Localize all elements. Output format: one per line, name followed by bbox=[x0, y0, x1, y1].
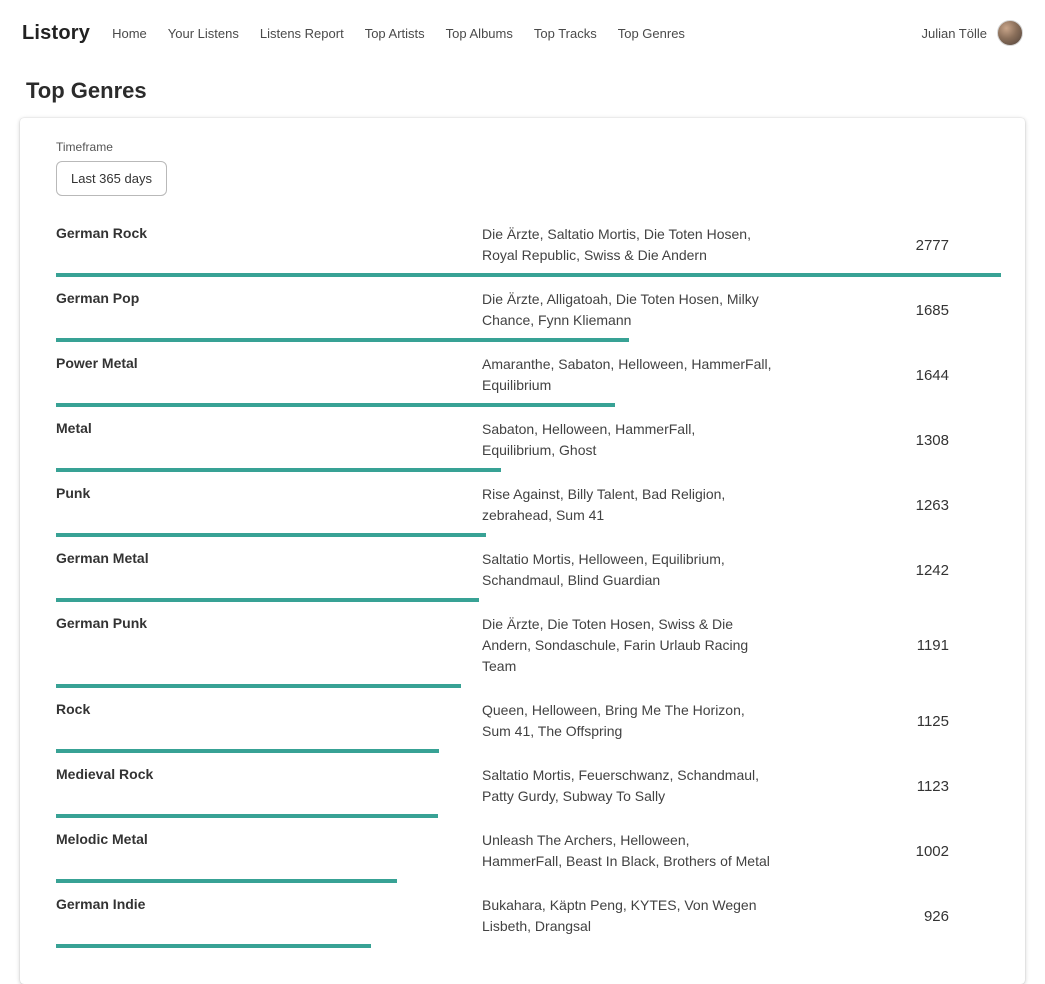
artists-list: Rise Against, Billy Talent, Bad Religion… bbox=[482, 484, 782, 526]
table-row-main: German PunkDie Ärzte, Die Toten Hosen, S… bbox=[56, 614, 1001, 677]
progress-bar-track bbox=[56, 533, 1001, 537]
genre-name: German Rock bbox=[56, 224, 482, 241]
genre-name: German Pop bbox=[56, 289, 482, 306]
listen-count: 1685 bbox=[782, 302, 1001, 319]
table-row: RockQueen, Helloween, Bring Me The Horiz… bbox=[56, 700, 1001, 753]
timeframe-select-button[interactable]: Last 365 days bbox=[56, 161, 167, 196]
artists-list: Unleash The Archers, Helloween, HammerFa… bbox=[482, 830, 782, 872]
progress-bar-fill bbox=[56, 468, 501, 472]
listen-count: 1308 bbox=[782, 432, 1001, 449]
nav-item-your-listens[interactable]: Your Listens bbox=[168, 26, 239, 41]
progress-bar-track bbox=[56, 814, 1001, 818]
progress-bar-fill bbox=[56, 814, 438, 818]
artists-list: Bukahara, Käptn Peng, KYTES, Von Wegen L… bbox=[482, 895, 782, 937]
progress-bar-fill bbox=[56, 403, 615, 407]
table-row-main: Melodic MetalUnleash The Archers, Hellow… bbox=[56, 830, 1001, 872]
progress-bar-track bbox=[56, 879, 1001, 883]
user-name: Julian Tölle bbox=[921, 26, 987, 41]
main-nav: Home Your Listens Listens Report Top Art… bbox=[112, 26, 921, 41]
table-row: MetalSabaton, Helloween, HammerFall, Equ… bbox=[56, 419, 1001, 472]
artists-list: Saltatio Mortis, Feuerschwanz, Schandmau… bbox=[482, 765, 782, 807]
table-row: Power MetalAmaranthe, Sabaton, Helloween… bbox=[56, 354, 1001, 407]
progress-bar-track bbox=[56, 403, 1001, 407]
listen-count: 1644 bbox=[782, 367, 1001, 384]
nav-item-top-tracks[interactable]: Top Tracks bbox=[534, 26, 597, 41]
genre-name: Power Metal bbox=[56, 354, 482, 371]
table-row: PunkRise Against, Billy Talent, Bad Reli… bbox=[56, 484, 1001, 537]
listen-count: 2777 bbox=[782, 237, 1001, 254]
progress-bar-fill bbox=[56, 598, 479, 602]
genre-table: German RockDie Ärzte, Saltatio Mortis, D… bbox=[56, 224, 1001, 948]
table-row: German MetalSaltatio Mortis, Helloween, … bbox=[56, 549, 1001, 602]
table-row: German IndieBukahara, Käptn Peng, KYTES,… bbox=[56, 895, 1001, 948]
nav-item-top-artists[interactable]: Top Artists bbox=[365, 26, 425, 41]
listen-count: 1123 bbox=[782, 778, 1001, 795]
table-row: German PopDie Ärzte, Alligatoah, Die Tot… bbox=[56, 289, 1001, 342]
listen-count: 1191 bbox=[782, 637, 1001, 654]
artists-list: Sabaton, Helloween, HammerFall, Equilibr… bbox=[482, 419, 782, 461]
progress-bar-fill bbox=[56, 533, 486, 537]
table-row-main: German MetalSaltatio Mortis, Helloween, … bbox=[56, 549, 1001, 591]
table-row-main: PunkRise Against, Billy Talent, Bad Reli… bbox=[56, 484, 1001, 526]
listen-count: 1125 bbox=[782, 713, 1001, 730]
app-brand[interactable]: Listory bbox=[22, 22, 90, 45]
top-genres-card: Timeframe Last 365 days German RockDie Ä… bbox=[20, 118, 1025, 984]
artists-list: Saltatio Mortis, Helloween, Equilibrium,… bbox=[482, 549, 782, 591]
nav-item-top-albums[interactable]: Top Albums bbox=[446, 26, 513, 41]
artists-list: Die Ärzte, Die Toten Hosen, Swiss & Die … bbox=[482, 614, 782, 677]
artists-list: Die Ärzte, Alligatoah, Die Toten Hosen, … bbox=[482, 289, 782, 331]
genre-name: German Indie bbox=[56, 895, 482, 912]
table-row-main: RockQueen, Helloween, Bring Me The Horiz… bbox=[56, 700, 1001, 742]
progress-bar-track bbox=[56, 273, 1001, 277]
nav-item-listens-report[interactable]: Listens Report bbox=[260, 26, 344, 41]
nav-item-home[interactable]: Home bbox=[112, 26, 147, 41]
table-row-main: Medieval RockSaltatio Mortis, Feuerschwa… bbox=[56, 765, 1001, 807]
genre-name: Punk bbox=[56, 484, 482, 501]
progress-bar-track bbox=[56, 684, 1001, 688]
table-row-main: German IndieBukahara, Käptn Peng, KYTES,… bbox=[56, 895, 1001, 937]
progress-bar-track bbox=[56, 598, 1001, 602]
progress-bar-track bbox=[56, 749, 1001, 753]
table-row: German PunkDie Ärzte, Die Toten Hosen, S… bbox=[56, 614, 1001, 688]
genre-name: Rock bbox=[56, 700, 482, 717]
navbar: Listory Home Your Listens Listens Report… bbox=[0, 0, 1045, 66]
genre-name: Medieval Rock bbox=[56, 765, 482, 782]
progress-bar-fill bbox=[56, 879, 397, 883]
genre-name: Melodic Metal bbox=[56, 830, 482, 847]
progress-bar-track bbox=[56, 338, 1001, 342]
progress-bar-fill bbox=[56, 684, 461, 688]
table-row-main: Power MetalAmaranthe, Sabaton, Helloween… bbox=[56, 354, 1001, 396]
table-row: Melodic MetalUnleash The Archers, Hellow… bbox=[56, 830, 1001, 883]
genre-name: German Metal bbox=[56, 549, 482, 566]
progress-bar-fill bbox=[56, 273, 1001, 277]
navbar-user-area: Julian Tölle bbox=[921, 20, 1023, 46]
table-row-main: MetalSabaton, Helloween, HammerFall, Equ… bbox=[56, 419, 1001, 461]
progress-bar-track bbox=[56, 944, 1001, 948]
listen-count: 1002 bbox=[782, 843, 1001, 860]
table-row-main: German PopDie Ärzte, Alligatoah, Die Tot… bbox=[56, 289, 1001, 331]
artists-list: Queen, Helloween, Bring Me The Horizon, … bbox=[482, 700, 782, 742]
artists-list: Amaranthe, Sabaton, Helloween, HammerFal… bbox=[482, 354, 782, 396]
nav-item-top-genres[interactable]: Top Genres bbox=[618, 26, 685, 41]
progress-bar-fill bbox=[56, 338, 629, 342]
listen-count: 1242 bbox=[782, 562, 1001, 579]
page-title: Top Genres bbox=[26, 78, 1019, 104]
user-avatar[interactable] bbox=[997, 20, 1023, 46]
listen-count: 926 bbox=[782, 908, 1001, 925]
progress-bar-track bbox=[56, 468, 1001, 472]
progress-bar-fill bbox=[56, 944, 371, 948]
genre-name: Metal bbox=[56, 419, 482, 436]
table-row-main: German RockDie Ärzte, Saltatio Mortis, D… bbox=[56, 224, 1001, 266]
genre-name: German Punk bbox=[56, 614, 482, 631]
progress-bar-fill bbox=[56, 749, 439, 753]
table-row: Medieval RockSaltatio Mortis, Feuerschwa… bbox=[56, 765, 1001, 818]
timeframe-label: Timeframe bbox=[56, 140, 1001, 154]
listen-count: 1263 bbox=[782, 497, 1001, 514]
table-row: German RockDie Ärzte, Saltatio Mortis, D… bbox=[56, 224, 1001, 277]
artists-list: Die Ärzte, Saltatio Mortis, Die Toten Ho… bbox=[482, 224, 782, 266]
